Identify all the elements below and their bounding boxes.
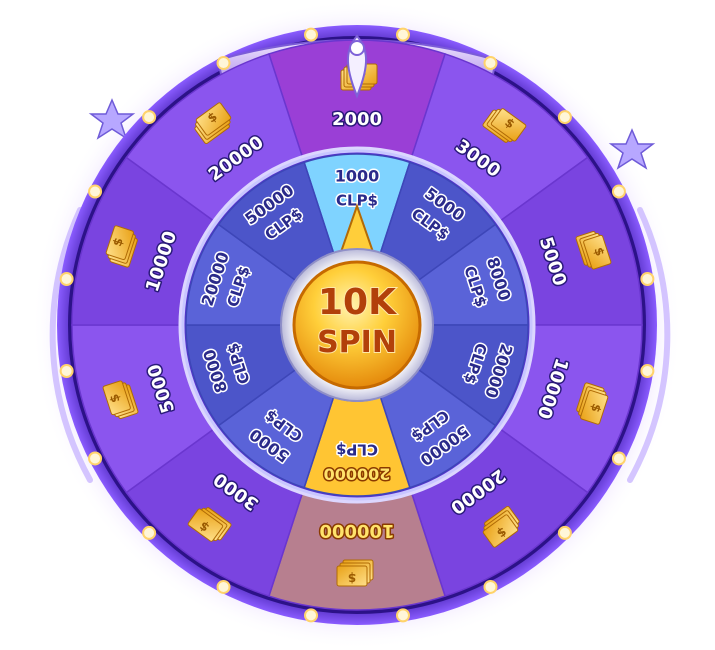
rim-light [395, 27, 410, 42]
inner-segment-currency: CLP$ [336, 441, 378, 459]
rim-light [88, 184, 103, 199]
rim-light [304, 608, 319, 623]
cash-ticket-icon: $ [336, 559, 374, 587]
rim-light [216, 56, 231, 71]
rim-light [640, 272, 655, 287]
spin-button-line2: SPIN [317, 325, 397, 360]
rim-light [557, 110, 572, 125]
rim-light [216, 579, 231, 594]
rim-light [59, 363, 74, 378]
rim-light [304, 27, 319, 42]
rim-light [557, 525, 572, 540]
rim-light [88, 451, 103, 466]
outer-segment-label: 100000 [319, 520, 394, 541]
wheel-stage: $2000$3000$5000$10000$20000$100000$3000$… [0, 0, 715, 650]
inner-segment-amount: 200000 [324, 465, 391, 484]
rim-light [483, 579, 498, 594]
rim-light [483, 56, 498, 71]
outer-segment-label: 2000 [332, 109, 382, 130]
rim-light [142, 110, 157, 125]
rim-light [142, 525, 157, 540]
rim-light [59, 272, 74, 287]
spin-button-line1: 10K [318, 282, 397, 323]
rim-light [395, 608, 410, 623]
rim-light [611, 451, 626, 466]
svg-text:$: $ [348, 571, 356, 585]
rim-light [611, 184, 626, 199]
prize-wheel: $2000$3000$5000$10000$20000$100000$3000$… [32, 0, 682, 650]
rim-light [640, 363, 655, 378]
inner-segment-amount: 1000 [335, 167, 380, 186]
spin-button[interactable]: 10K SPIN [292, 260, 422, 390]
